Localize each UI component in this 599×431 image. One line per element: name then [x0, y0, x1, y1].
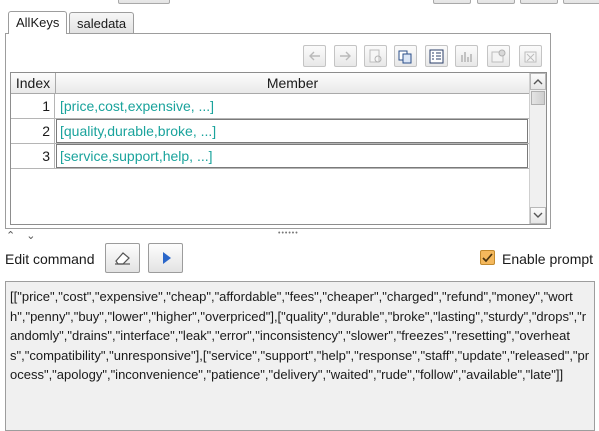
- vertical-scrollbar[interactable]: [529, 73, 546, 224]
- bar-chart-icon[interactable]: [455, 45, 478, 67]
- run-command-button[interactable]: [148, 243, 183, 273]
- eraser-icon: [115, 252, 130, 265]
- clear-filter-icon[interactable]: [519, 45, 542, 67]
- column-header-member[interactable]: Member: [56, 73, 529, 94]
- top-button-partial[interactable]: [477, 0, 515, 4]
- enable-prompt-label[interactable]: Enable prompt: [502, 251, 593, 267]
- tab-allkeys[interactable]: AllKeys: [8, 11, 68, 34]
- member-cell[interactable]: [quality,durable,broke, ...]: [56, 119, 528, 143]
- enable-prompt-checkbox[interactable]: [480, 250, 495, 265]
- member-cell[interactable]: [service,support,help, ...]: [56, 144, 528, 168]
- table-row[interactable]: 2 [quality,durable,broke, ...]: [11, 119, 529, 144]
- document-search-icon[interactable]: [364, 45, 387, 67]
- top-button-partial[interactable]: [433, 0, 471, 4]
- index-cell: 2: [11, 119, 55, 143]
- index-cell: 3: [11, 144, 55, 168]
- top-button-partial[interactable]: [563, 0, 599, 4]
- clear-command-button[interactable]: [105, 243, 140, 273]
- top-button-partial[interactable]: [520, 0, 558, 4]
- back-arrow-icon[interactable]: [303, 45, 326, 67]
- copy-icon[interactable]: [394, 45, 417, 67]
- index-cell: 1: [11, 94, 55, 118]
- command-editor[interactable]: [["price","cost","expensive","cheap","af…: [5, 281, 595, 431]
- table-row[interactable]: 3 [service,support,help, ...]: [11, 144, 529, 169]
- list-view-icon[interactable]: [425, 45, 448, 67]
- scroll-thumb[interactable]: [531, 91, 545, 105]
- checkmark-icon: [482, 253, 493, 263]
- play-icon: [163, 252, 171, 264]
- command-text[interactable]: [["price","cost","expensive","cheap","af…: [10, 287, 590, 385]
- splitter-arrows[interactable]: ⌃ ⌄: [6, 229, 40, 242]
- member-cell[interactable]: [price,cost,expensive, ...]: [56, 94, 528, 118]
- top-button-partial[interactable]: [118, 0, 170, 4]
- scroll-down-button[interactable]: [530, 207, 546, 224]
- forward-arrow-icon[interactable]: [334, 45, 357, 67]
- splitter-grip[interactable]: ••••••: [278, 230, 299, 237]
- scroll-up-button[interactable]: [530, 73, 546, 90]
- properties-icon[interactable]: [487, 45, 510, 67]
- column-header-index[interactable]: Index: [11, 73, 56, 94]
- edit-command-label: Edit command: [5, 251, 95, 267]
- tab-saledata[interactable]: saledata: [69, 12, 135, 33]
- table-row[interactable]: 1 [price,cost,expensive, ...]: [11, 94, 529, 119]
- members-table: Index Member 1 [price,cost,expensive, ..…: [10, 72, 547, 225]
